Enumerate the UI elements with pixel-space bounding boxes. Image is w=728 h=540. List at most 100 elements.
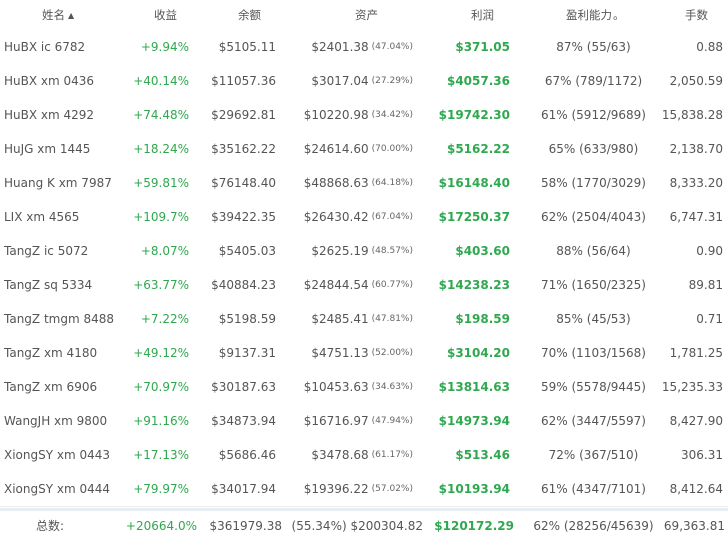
cell-assets: $19396.22 (57.02%) <box>282 472 413 506</box>
table-row[interactable]: HuJG xm 1445 +18.24% $35162.22 $24614.60 (70… <box>0 132 728 167</box>
assets-value: $48868.63 <box>303 176 369 190</box>
cell-balance: $35162.22 <box>197 132 276 166</box>
cell-balance: $5105.11 <box>197 30 276 64</box>
table-row[interactable]: HuBX ic 6782 +9.94% $5105.11 $2401.38 (47.04… <box>0 30 728 65</box>
balance-value: $11057.36 <box>211 74 276 88</box>
table-row[interactable]: LIX xm 4565 +109.7% $39422.35 $26430.42 (67.… <box>0 200 728 235</box>
cell-win-rate: 87% (55/63) <box>536 30 651 64</box>
table-row[interactable]: TangZ tmgm 8488 +7.22% $5198.59 $2485.41 (47… <box>0 302 728 337</box>
cell-profit: $5162.22 <box>423 132 510 166</box>
cell-lots: 8,412.64 <box>651 472 723 506</box>
cell-win-rate: 58% (1770/3029) <box>536 166 651 200</box>
lots-value: 0.90 <box>696 244 723 258</box>
col-header-win-rate[interactable]: 盈利能力。 <box>566 0 625 30</box>
cell-assets: $3478.68 (61.17%) <box>282 438 413 472</box>
cell-win-rate: 62% (2504/4043) <box>536 200 651 234</box>
return-value: +17.13% <box>133 448 189 462</box>
cell-return: +40.14% <box>100 64 189 98</box>
table-row[interactable]: XiongSY xm 0443 +17.13% $5686.46 $3478.68 (6… <box>0 438 728 473</box>
cell-balance: $9137.31 <box>197 336 276 370</box>
lots-value: 306.31 <box>681 448 723 462</box>
name-value: XiongSY xm 0444 <box>4 482 111 496</box>
cell-profit: $198.59 <box>423 302 510 336</box>
profit-value: $371.05 <box>455 40 510 54</box>
cell-lots: 306.31 <box>651 438 723 472</box>
return-value: +7.22% <box>140 312 189 326</box>
cell-profit: $403.60 <box>423 234 510 268</box>
name-value: HuBX ic 6782 <box>4 40 86 54</box>
table-row[interactable]: HuBX xm 0436 +40.14% $11057.36 $3017.04 (27.… <box>0 64 728 99</box>
cell-win-rate: 85% (45/53) <box>536 302 651 336</box>
cell-balance: $5405.03 <box>197 234 276 268</box>
profit-value: $3104.20 <box>446 346 510 360</box>
cell-profit: $14973.94 <box>423 404 510 438</box>
cell-assets: $16716.97 (47.94%) <box>282 404 413 438</box>
lots-value: 89.81 <box>688 278 723 292</box>
col-header-name[interactable]: 姓名 ▲ <box>42 0 74 30</box>
cell-balance: $40884.23 <box>197 268 276 302</box>
cell-win-rate: 59% (5578/9445) <box>536 370 651 404</box>
table-row[interactable]: TangZ ic 5072 +8.07% $5405.03 $2625.19 (48.5… <box>0 234 728 269</box>
col-header-return[interactable]: 收益 <box>154 0 177 30</box>
cell-profit: $10193.94 <box>423 472 510 506</box>
cell-return: +9.94% <box>100 30 189 64</box>
profit-value: $403.60 <box>455 244 510 258</box>
return-value: +79.97% <box>133 482 189 496</box>
assets-percent: (52.00%) <box>371 348 413 358</box>
col-header-assets[interactable]: 资产 <box>355 0 378 30</box>
table-row[interactable]: Huang K xm 7987 +59.81% $76148.40 $48868.63… <box>0 166 728 201</box>
return-value: +63.77% <box>133 278 189 292</box>
name-value: HuJG xm 1445 <box>4 142 91 156</box>
lots-value: 15,838.28 <box>661 108 723 122</box>
assets-value: $3478.68 <box>311 448 369 462</box>
profit-value: $16148.40 <box>438 176 510 190</box>
cell-profit: $13814.63 <box>423 370 510 404</box>
table-row[interactable]: XiongSY xm 0444 +79.97% $34017.94 $19396.22… <box>0 472 728 507</box>
lots-value: 2,050.59 <box>669 74 723 88</box>
assets-percent: (61.17%) <box>371 450 413 460</box>
win-rate-value: 61% (5912/9689) <box>541 108 646 122</box>
assets-percent: (27.29%) <box>371 76 413 86</box>
cell-return: +59.81% <box>100 166 189 200</box>
col-header-profit[interactable]: 利润 <box>471 0 494 30</box>
cell-balance: $76148.40 <box>197 166 276 200</box>
profit-value: $513.46 <box>455 448 510 462</box>
name-value: TangZ xm 6906 <box>4 380 98 394</box>
cell-profit: $513.46 <box>423 438 510 472</box>
assets-value: $2485.41 <box>311 312 369 326</box>
cell-assets: $26430.42 (67.04%) <box>282 200 413 234</box>
assets-value: $10453.63 <box>303 380 369 394</box>
col-header-balance[interactable]: 余额 <box>238 0 261 30</box>
profit-value: $5162.22 <box>446 142 510 156</box>
table-row[interactable]: WangJH xm 9800 +91.16% $34873.94 $16716.97(… <box>0 404 728 439</box>
return-value: +59.81% <box>133 176 189 190</box>
table-row[interactable]: TangZ xm 6906 +70.97% $30187.63 $10453.63 (3… <box>0 370 728 405</box>
win-rate-value: 58% (1770/3029) <box>541 176 646 190</box>
assets-percent: (67.04%) <box>371 212 413 222</box>
cell-win-rate: 65% (633/980) <box>536 132 651 166</box>
balance-value: $5198.59 <box>218 312 276 326</box>
cell-return: +18.24% <box>100 132 189 166</box>
cell-win-rate: 61% (5912/9689) <box>536 98 651 132</box>
assets-value: $2625.19 <box>311 244 369 258</box>
return-value: +18.24% <box>133 142 189 156</box>
profit-value: $19742.30 <box>438 108 510 122</box>
cell-profit: $3104.20 <box>423 336 510 370</box>
win-rate-value: 59% (5578/9445) <box>541 380 646 394</box>
balance-value: $76148.40 <box>211 176 276 190</box>
cell-lots: 15,838.28 <box>651 98 723 132</box>
cell-balance: $39422.35 <box>197 200 276 234</box>
table-row[interactable]: TangZ xm 4180 +49.12% $9137.31 $4751.13 (52.… <box>0 336 728 371</box>
win-rate-value: 87% (55/63) <box>556 40 631 54</box>
cell-lots: 1,781.25 <box>651 336 723 370</box>
col-header-lots[interactable]: 手数 <box>685 0 708 30</box>
table-row[interactable]: HuBX xm 4292 +74.48% $29692.81 $10220.98 (34… <box>0 98 728 133</box>
balance-value: $39422.35 <box>211 210 276 224</box>
name-value: TangZ xm 4180 <box>4 346 98 360</box>
table-row[interactable]: TangZ sq 5334 +63.77% $40884.23 $24844.54 (6… <box>0 268 728 303</box>
totals-win-rate: 62% (28256/45639) <box>533 518 654 533</box>
name-value: LIX xm 4565 <box>4 210 80 224</box>
return-value: +49.12% <box>133 346 189 360</box>
table-header: 姓名 ▲ 收益 余额 资产 利润 盈利能力。 手数 <box>0 0 728 31</box>
cell-win-rate: 70% (1103/1568) <box>536 336 651 370</box>
